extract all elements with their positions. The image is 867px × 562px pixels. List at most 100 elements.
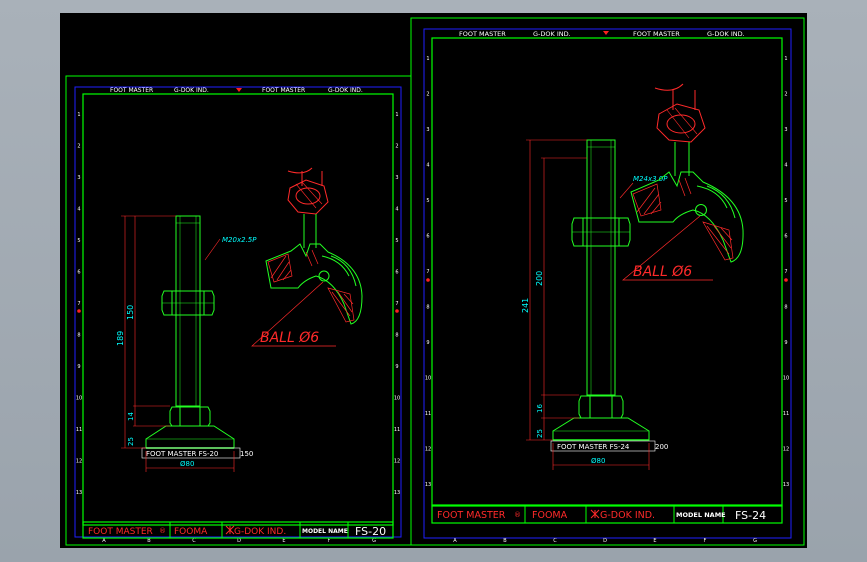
tb-model-label: MODEL NAME — [676, 511, 726, 519]
base-pad — [145, 425, 235, 449]
zone-marker-icon — [784, 278, 788, 282]
dim-thread-spec: M20x2.5P — [222, 236, 257, 244]
zone-row-label: 3 — [784, 127, 787, 133]
zone-row-label: 8 — [395, 333, 398, 339]
center-mark-icon — [236, 88, 242, 92]
zone-row-label: 11 — [425, 411, 431, 417]
leveling-foot-part[interactable] — [145, 215, 235, 449]
center-mark-icon — [603, 31, 609, 35]
zone-col-label: B — [503, 538, 507, 544]
tb-maker: G-DOK IND. — [234, 527, 286, 537]
zone-marker-icon — [77, 309, 81, 313]
header-brand-right: FOOT MASTER — [262, 87, 305, 94]
sheet-outline — [410, 17, 805, 546]
gdok-logo-icon — [590, 509, 600, 519]
zone-row-label: 9 — [426, 340, 429, 346]
zone-row-label: 12 — [76, 459, 82, 465]
zone-row-label: 9 — [77, 364, 80, 370]
zone-row-label: 7 — [426, 269, 429, 275]
zone-col-label: E — [653, 538, 656, 544]
zone-col-label: D — [237, 538, 241, 544]
zone-row-label: 2 — [395, 144, 398, 150]
base-pad — [552, 417, 650, 441]
tb-series: FOOMA — [532, 510, 568, 521]
zone-row-label: 11 — [783, 411, 789, 417]
tb-model-name: FS-20 — [355, 525, 386, 538]
zone-row-label: 8 — [77, 333, 80, 339]
sheet-fs20[interactable]: FOOT MASTER G-DOK IND. FOOT MASTER G-DOK… — [65, 75, 412, 546]
zone-row-label: 5 — [426, 198, 429, 204]
ball-joint-detail[interactable]: BALL Ø6 — [251, 167, 363, 347]
dimension-lines — [121, 215, 235, 472]
break-line — [654, 83, 684, 91]
title-block[interactable]: FOOT MASTER ® FOOMA G-DOK IND. MODEL NAM… — [431, 504, 783, 524]
zone-row-label: 12 — [783, 447, 789, 453]
zone-row-label: 13 — [783, 482, 789, 488]
header-brand-left: FOOT MASTER — [459, 30, 506, 38]
zone-row-label: 5 — [784, 198, 787, 204]
tb-reg-mark: ® — [159, 527, 166, 535]
ball-label: BALL Ø6 — [633, 264, 692, 280]
ball-label: BALL Ø6 — [260, 330, 319, 346]
zone-row-label: 1 — [395, 112, 398, 118]
drawing-canvas[interactable]: FOOT MASTER G-DOK IND. FOOT MASTER G-DOK… — [60, 13, 807, 548]
zone-marker-icon — [395, 309, 399, 313]
zone-col-label: C — [553, 538, 557, 544]
cad-viewport[interactable]: FOOT MASTER G-DOK IND. FOOT MASTER G-DOK… — [0, 0, 867, 562]
bottom-nut — [578, 395, 624, 419]
zone-row-label: 1 — [784, 56, 787, 62]
zone-row-label: 3 — [426, 127, 429, 133]
zone-row-label: 9 — [784, 340, 787, 346]
zone-row-labels: 1 12 23 34 45 56 67 78 89 910 1011 1112 1213 13 — [425, 56, 789, 488]
dim-nut-height: 16 — [536, 404, 544, 413]
zone-row-label: 5 — [395, 238, 398, 244]
zone-row-label: 2 — [426, 92, 429, 98]
bottom-nut — [169, 406, 211, 427]
sheet-fs24[interactable]: FOOT MASTER G-DOK IND. FOOT MASTER G-DOK… — [410, 17, 805, 546]
margin-frame — [74, 86, 402, 538]
header-maker-left: G-DOK IND. — [533, 30, 571, 38]
zone-row-label: 9 — [395, 364, 398, 370]
dim-thread-length: 150 — [126, 305, 135, 320]
dim-thread-spec: M24x3.0P — [633, 175, 668, 183]
dim-base-height: 25 — [536, 429, 544, 438]
zone-row-label: 4 — [395, 207, 398, 213]
margin-frame — [423, 28, 792, 539]
zone-col-labels: A B C D E F G — [102, 538, 376, 544]
zone-row-label: 7 — [395, 301, 398, 307]
zone-col-label: G — [753, 538, 757, 544]
tb-series: FOOMA — [174, 527, 208, 537]
zone-col-label: A — [453, 538, 457, 544]
zone-col-labels: A B C D E F G — [453, 538, 757, 544]
zone-row-label: 1 — [77, 112, 80, 118]
socket-body — [630, 171, 744, 263]
zone-row-label: 10 — [76, 396, 82, 402]
header-brand-left: FOOT MASTER — [110, 87, 153, 94]
zone-row-label: 13 — [394, 490, 400, 496]
socket-body — [265, 243, 363, 325]
break-line — [287, 167, 313, 174]
drawing-svg: FOOT MASTER G-DOK IND. FOOT MASTER G-DOK… — [65, 17, 805, 546]
zone-col-label: B — [147, 538, 151, 544]
header-maker-left: G-DOK IND. — [174, 87, 209, 94]
zone-row-label: 10 — [394, 396, 400, 402]
sheet-outline — [65, 75, 412, 546]
dim-nut-height: 14 — [127, 412, 135, 421]
gdok-logo-icon — [225, 525, 235, 535]
zone-col-label: F — [704, 538, 707, 544]
zone-row-label: 4 — [77, 207, 80, 213]
stem-label: FOOT MASTER FS-20 — [146, 450, 218, 458]
zone-col-label: G — [372, 538, 376, 544]
zone-row-label: 8 — [426, 305, 429, 311]
header-maker-right: G-DOK IND. — [328, 87, 363, 94]
zone-row-label: 10 — [425, 376, 431, 382]
zone-row-label: 8 — [784, 305, 787, 311]
zone-row-label: 2 — [77, 144, 80, 150]
zone-row-label: 3 — [395, 175, 398, 181]
zone-col-label: C — [192, 538, 196, 544]
stem-length-label: 150 — [240, 450, 253, 458]
zone-marker-icon — [426, 278, 430, 282]
dim-base-diameter: Ø80 — [591, 457, 605, 465]
hex-nut-section — [656, 103, 706, 143]
zone-row-label: 4 — [426, 163, 429, 169]
